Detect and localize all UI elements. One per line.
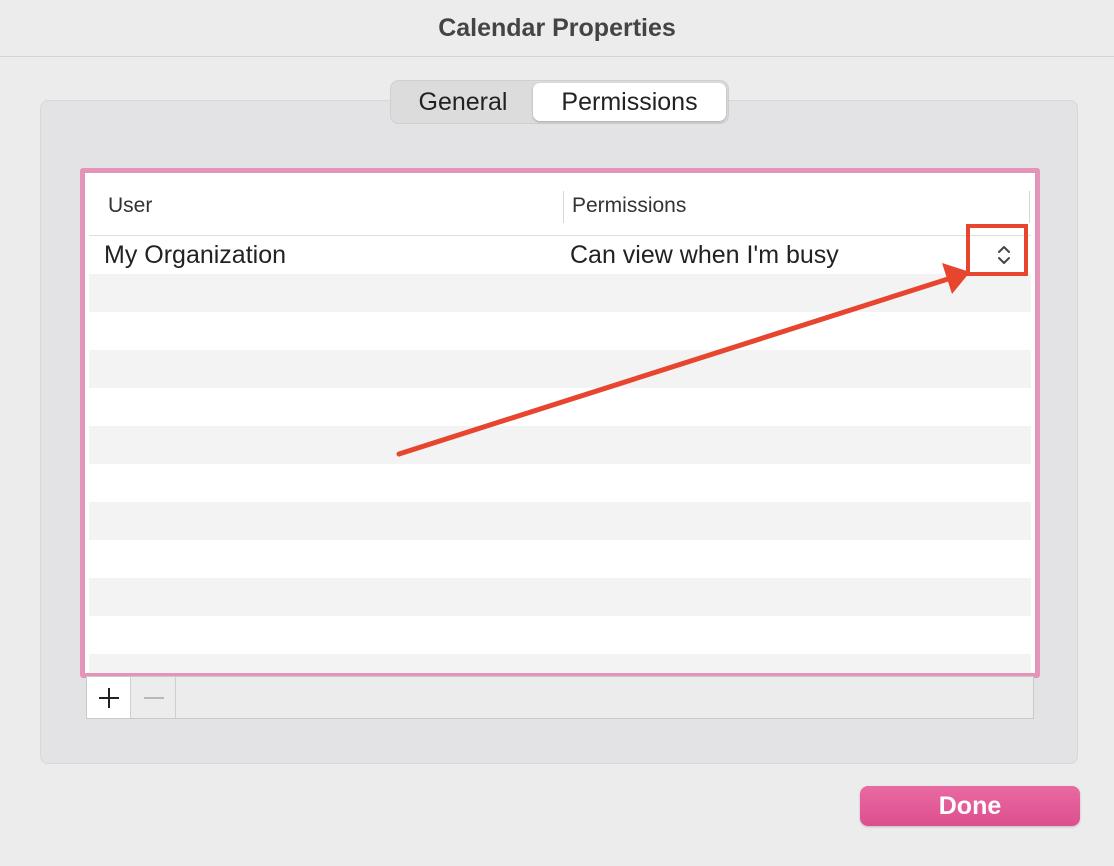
table-toolbar — [86, 676, 1034, 719]
remove-user-button[interactable] — [132, 677, 176, 718]
minus-icon — [143, 696, 164, 699]
plus-icon — [98, 687, 119, 708]
annotation-arrow — [396, 263, 970, 457]
add-user-button[interactable] — [87, 677, 131, 718]
calendar-properties-window: Calendar Properties General Permissions … — [0, 0, 1114, 866]
done-button[interactable]: Done — [860, 786, 1080, 826]
